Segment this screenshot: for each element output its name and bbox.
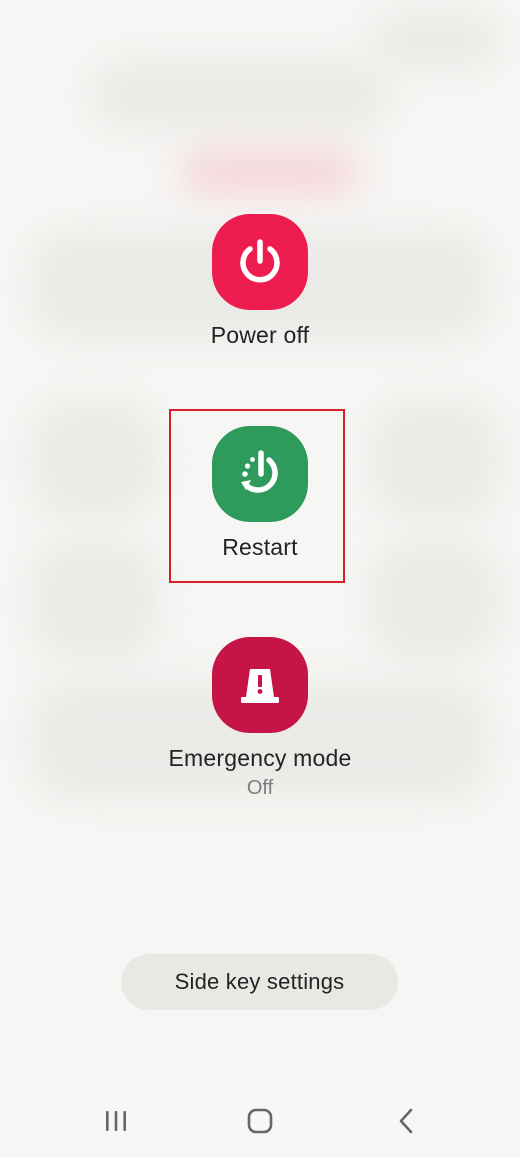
back-icon bbox=[399, 1108, 413, 1134]
home-button[interactable] bbox=[220, 1085, 300, 1157]
power-off-label: Power off bbox=[210, 322, 310, 348]
power-off-button[interactable] bbox=[212, 214, 308, 310]
emergency-beacon-icon bbox=[241, 669, 279, 703]
emergency-mode-label: Emergency mode bbox=[168, 745, 352, 771]
side-key-settings-button[interactable]: Side key settings bbox=[121, 954, 398, 1010]
navigation-bar bbox=[0, 1085, 520, 1157]
restart-highlight-box bbox=[169, 409, 345, 583]
emergency-mode-option[interactable]: Emergency mode Off bbox=[0, 637, 520, 801]
home-icon bbox=[247, 1108, 273, 1134]
emergency-mode-status: Off bbox=[246, 777, 274, 799]
power-off-option[interactable]: Power off bbox=[0, 214, 520, 350]
recents-icon bbox=[106, 1111, 126, 1131]
recents-button[interactable] bbox=[76, 1085, 156, 1157]
power-menu: Power off Restart Emergency mode Off Sid… bbox=[0, 0, 520, 1157]
back-button[interactable] bbox=[366, 1085, 446, 1157]
emergency-mode-button[interactable] bbox=[212, 637, 308, 733]
power-icon bbox=[240, 239, 280, 283]
